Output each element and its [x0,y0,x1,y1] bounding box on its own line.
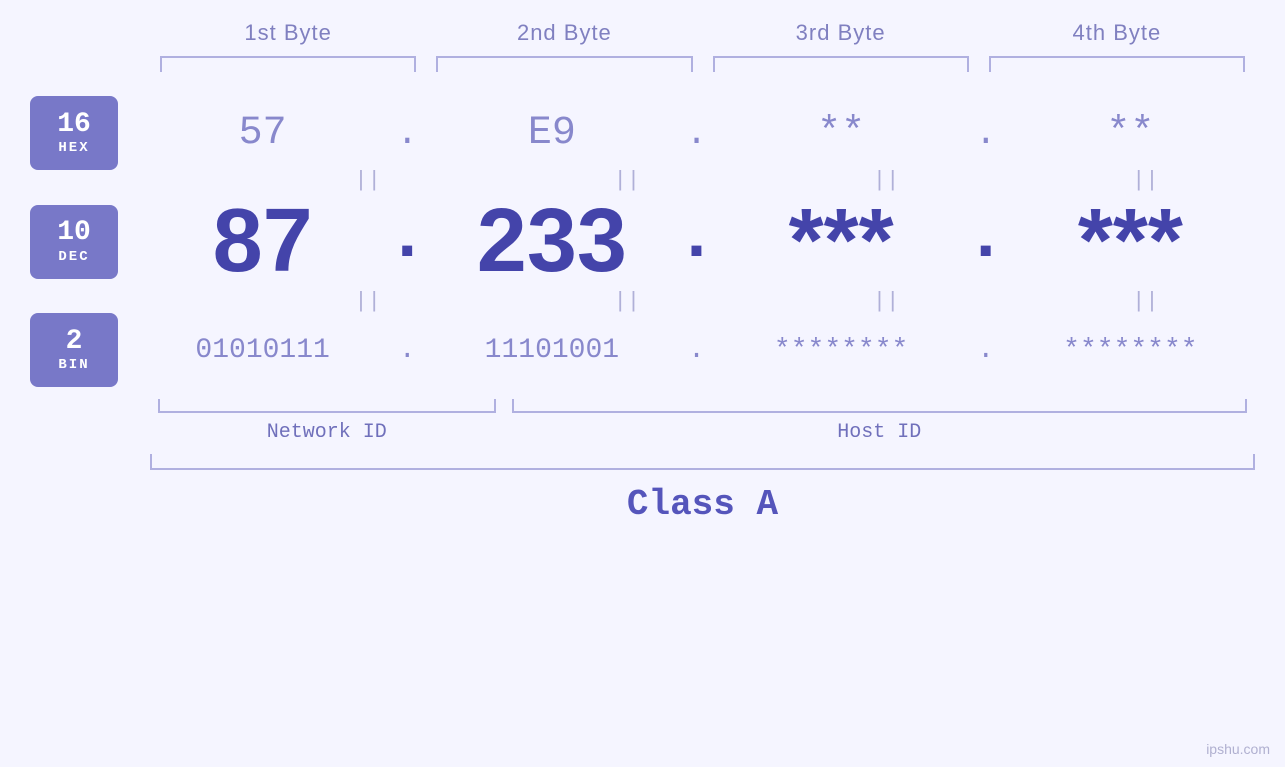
bin-b3: ******** [717,335,966,366]
equals-cell-1b: || [517,170,736,192]
bin-dot1-value: . [399,335,416,366]
hex-b3: ** [717,111,966,156]
top-bracket-row [150,56,1255,76]
hex-badge-label: HEX [58,140,89,156]
bracket-line-b2 [436,56,692,72]
bracket-b3 [703,56,979,76]
hex-values: 57 . E9 . ** . ** [138,111,1255,156]
byte2-header: 2nd Byte [426,20,702,46]
equals-cell-2b: || [517,291,736,313]
bin-b1-value: 01010111 [195,335,329,366]
equals-row-1: || || || || [150,170,1255,192]
host-bracket-line [512,399,1247,413]
dec-dot3-value: . [976,193,995,281]
dec-dot1-value: . [398,193,417,281]
bracket-b1 [150,56,426,76]
dec-dot2: . [677,192,717,286]
hex-dot3: . [966,113,1006,154]
bin-dot2: . [677,335,717,366]
bracket-line-b4 [989,56,1245,72]
equals-cell-2d: || [1036,291,1255,313]
byte-headers: 1st Byte 2nd Byte 3rd Byte 4th Byte [150,20,1255,46]
bin-badge: 2 BIN [30,313,118,387]
hex-b4-value: ** [1106,111,1154,156]
hex-dot1: . [387,113,427,154]
byte4-header: 4th Byte [979,20,1255,46]
host-id-label: Host ID [504,421,1255,444]
bin-badge-number: 2 [66,327,83,358]
bin-dot1: . [387,335,427,366]
bin-b3-value: ******** [774,335,908,366]
dec-values: 87 . 233 . *** . *** [138,192,1255,291]
dec-dot2-value: . [687,193,706,281]
full-bracket-line [150,454,1255,470]
bracket-b4 [979,56,1255,76]
hex-b2-value: E9 [528,111,576,156]
bracket-line-b1 [160,56,416,72]
bin-b4: ******** [1006,335,1255,366]
host-bracket [504,393,1255,413]
bracket-line-b3 [713,56,969,72]
dec-dot3: . [966,192,1006,286]
bin-row: 2 BIN 01010111 . 11101001 . ******** . [30,313,1255,387]
dec-b1: 87 [138,196,387,286]
bracket-b2 [426,56,702,76]
dec-b3-value: *** [789,191,894,291]
bin-dot2-value: . [688,335,705,366]
hex-dot2-value: . [686,113,708,154]
dec-b2-value: 233 [477,191,627,291]
main-container: 1st Byte 2nd Byte 3rd Byte 4th Byte 16 H… [0,0,1285,767]
hex-row: 16 HEX 57 . E9 . ** . ** [30,96,1255,170]
class-row: Class A [150,484,1255,525]
equals-row-2: || || || || [150,291,1255,313]
equals-cell-2c: || [777,291,996,313]
bin-b2-value: 11101001 [485,335,619,366]
hex-b1: 57 [138,111,387,156]
equals-spacer-2 [150,291,238,313]
dec-b2: 233 [427,196,676,286]
hex-b3-value: ** [817,111,865,156]
equals-spacer-1 [150,170,238,192]
id-labels-row: Network ID Host ID [150,421,1255,444]
hex-badge: 16 HEX [30,96,118,170]
dec-b4-value: *** [1078,191,1183,291]
dec-dot1: . [387,192,427,286]
dec-badge-number: 10 [57,218,91,249]
bin-b4-value: ******** [1063,335,1197,366]
hex-b2: E9 [427,111,676,156]
dec-badge-label: DEC [58,249,89,265]
watermark: ipshu.com [1206,741,1270,757]
dec-badge: 10 DEC [30,205,118,279]
bin-b1: 01010111 [138,335,387,366]
network-id-label: Network ID [150,421,504,444]
hex-dot3-value: . [975,113,997,154]
dec-b4: *** [1006,196,1255,286]
bin-badge-label: BIN [58,357,89,373]
hex-badge-number: 16 [57,110,91,141]
byte3-header: 3rd Byte [703,20,979,46]
bin-b2: 11101001 [427,335,676,366]
bin-dot3: . [966,335,1006,366]
bottom-split-bracket [150,393,1255,413]
equals-cell-1c: || [777,170,996,192]
class-label: Class A [627,484,778,525]
full-bottom-bracket [150,454,1255,474]
dec-b3: *** [717,196,966,286]
hex-dot2: . [677,113,717,154]
equals-cell-2a: || [258,291,477,313]
equals-cell-1a: || [258,170,477,192]
byte1-header: 1st Byte [150,20,426,46]
hex-b1-value: 57 [239,111,287,156]
equals-cell-1d: || [1036,170,1255,192]
hex-dot1-value: . [396,113,418,154]
bin-values: 01010111 . 11101001 . ******** . *******… [138,335,1255,366]
network-bracket-line [158,399,496,413]
hex-b4: ** [1006,111,1255,156]
bin-dot3-value: . [977,335,994,366]
network-bracket [150,393,504,413]
dec-row: 10 DEC 87 . 233 . *** . *** [30,192,1255,291]
dec-b1-value: 87 [213,191,313,291]
